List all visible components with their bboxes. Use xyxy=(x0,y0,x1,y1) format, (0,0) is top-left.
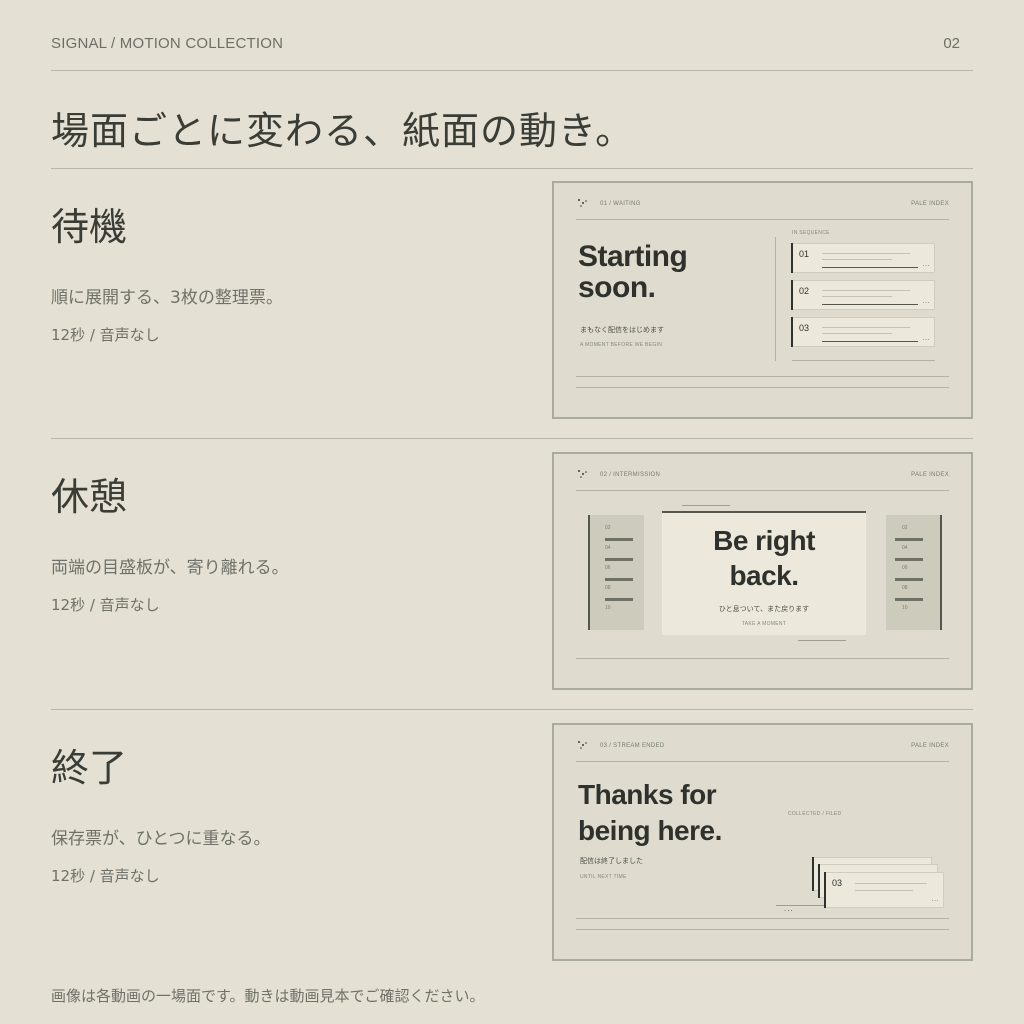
sequence-label: IN SEQUENCE xyxy=(792,230,830,236)
preview-subtitle-jp: 配信は終了しました xyxy=(580,857,643,865)
section-description-waiting: 順に展開する、3枚の整理票。 xyxy=(51,288,283,308)
preview-title-line2: soon. xyxy=(578,271,656,304)
logo-dots-icon xyxy=(578,199,587,207)
ruler-tick-label: 02 xyxy=(902,525,908,531)
preview-subtitle-en: UNTIL NEXT TIME xyxy=(580,874,627,880)
ruler-tick-label: 10 xyxy=(605,605,611,611)
brand-label: SIGNAL / MOTION COLLECTION xyxy=(51,35,284,52)
ruler-tick-label: 06 xyxy=(902,565,908,571)
sequence-axis xyxy=(775,237,776,361)
stack-card-number: 03 xyxy=(832,878,843,888)
section-divider-2 xyxy=(51,709,973,710)
ruler-tick-label: 04 xyxy=(902,545,908,551)
header-divider xyxy=(51,70,973,71)
section-meta-waiting: 12秒 / 音声なし xyxy=(51,326,160,344)
preview-subtitle-jp: まもなく配信をはじめます xyxy=(580,326,664,334)
preview-top-rule xyxy=(576,761,949,762)
sequence-card-number: 02 xyxy=(799,286,810,296)
preview-title-line2: back. xyxy=(729,560,799,591)
ruler-right: 02 04 06 08 10 xyxy=(886,515,942,630)
preview-title: Starting soon. xyxy=(578,240,688,304)
preview-intermission: 02 / INTERMISSION PALE INDEX 02 04 06 08… xyxy=(552,452,973,690)
section-meta-ended: 12秒 / 音声なし xyxy=(51,867,160,885)
sequence-baseline xyxy=(792,360,935,361)
sequence-card-3: 03 ... xyxy=(791,317,935,347)
preview-title-line1: Thanks for xyxy=(578,779,717,810)
preview-ended: 03 / STREAM ENDED PALE INDEX Thanks for … xyxy=(552,723,973,961)
section-meta-intermission: 12秒 / 音声なし xyxy=(51,596,160,614)
intermission-card: Be right back. ひと息ついて、また戻ります TAKE A MOME… xyxy=(662,511,866,635)
preview-top-rule xyxy=(576,219,949,220)
section-title-waiting: 待機 xyxy=(51,205,128,249)
ruler-tick-label: 08 xyxy=(605,585,611,591)
ruler-tick-label: 10 xyxy=(902,605,908,611)
section-title-ended: 終了 xyxy=(51,746,128,790)
card-bottom-accent xyxy=(798,640,846,641)
preview-title-line2: being here. xyxy=(578,815,722,846)
section-title-intermission: 休憩 xyxy=(51,475,128,519)
stack-card-front: 03 ... xyxy=(824,872,944,908)
preview-index-label: PALE INDEX xyxy=(911,472,949,478)
preview-lower-rule xyxy=(576,918,949,919)
preview-tag: 03 / STREAM ENDED xyxy=(600,743,665,749)
stack-label: COLLECTED / FILED xyxy=(788,811,842,817)
section-description-intermission: 両端の目盛板が、寄り離れる。 xyxy=(51,558,289,578)
page-headline: 場面ごとに変わる、紙面の動き。 xyxy=(51,109,635,153)
preview-top-rule xyxy=(576,490,949,491)
card-top-accent xyxy=(682,505,730,506)
sequence-card-1: 01 ... xyxy=(791,243,935,273)
preview-topbar: 02 / INTERMISSION PALE INDEX xyxy=(576,468,949,482)
preview-topbar: 01 / WAITING PALE INDEX xyxy=(576,197,949,211)
footnote: 画像は各動画の一場面です。動きは動画見本でご確認ください。 xyxy=(51,987,485,1005)
preview-bottom-rule xyxy=(576,387,949,388)
headline-divider xyxy=(51,168,973,169)
preview-title-line1: Be right xyxy=(713,525,815,556)
ruler-tick-label: 04 xyxy=(605,545,611,551)
preview-subtitle-en: TAKE A MOMENT xyxy=(741,621,787,627)
sequence-card-number: 03 xyxy=(799,323,810,333)
preview-subtitle-jp: ひと息ついて、また戻ります xyxy=(718,605,810,613)
more-dots-icon: ... xyxy=(784,905,794,913)
preview-index-label: PALE INDEX xyxy=(911,201,949,207)
preview-lower-rule xyxy=(576,376,949,377)
card-more-icon: ... xyxy=(922,298,930,305)
preview-bottom-rule xyxy=(576,929,949,930)
sequence-card-number: 01 xyxy=(799,249,810,259)
ruler-left: 02 04 06 08 10 xyxy=(588,515,644,630)
preview-subtitle-en: A MOMENT BEFORE WE BEGIN xyxy=(580,342,663,348)
section-divider-1 xyxy=(51,438,973,439)
ruler-tick-label: 08 xyxy=(902,585,908,591)
section-description-ended: 保存票が、ひとつに重なる。 xyxy=(51,829,271,849)
page-number: 02 xyxy=(943,35,960,52)
preview-title-line1: Starting xyxy=(578,240,688,273)
sequence-card-2: 02 ... xyxy=(791,280,935,310)
logo-dots-icon xyxy=(578,470,587,478)
preview-tag: 02 / INTERMISSION xyxy=(600,472,661,478)
logo-dots-icon xyxy=(578,741,587,749)
preview-tag: 01 / WAITING xyxy=(600,201,641,207)
preview-title: Thanks for being here. xyxy=(578,777,722,849)
card-more-icon: ... xyxy=(931,896,939,903)
preview-index-label: PALE INDEX xyxy=(911,743,949,749)
preview-title: Be right back. xyxy=(662,523,866,593)
preview-waiting: 01 / WAITING PALE INDEX Starting soon. ま… xyxy=(552,181,973,419)
card-more-icon: ... xyxy=(922,335,930,342)
preview-topbar: 03 / STREAM ENDED PALE INDEX xyxy=(576,739,949,753)
ruler-tick-label: 06 xyxy=(605,565,611,571)
ruler-tick-label: 02 xyxy=(605,525,611,531)
card-more-icon: ... xyxy=(922,261,930,268)
preview-bottom-rule xyxy=(576,658,949,659)
